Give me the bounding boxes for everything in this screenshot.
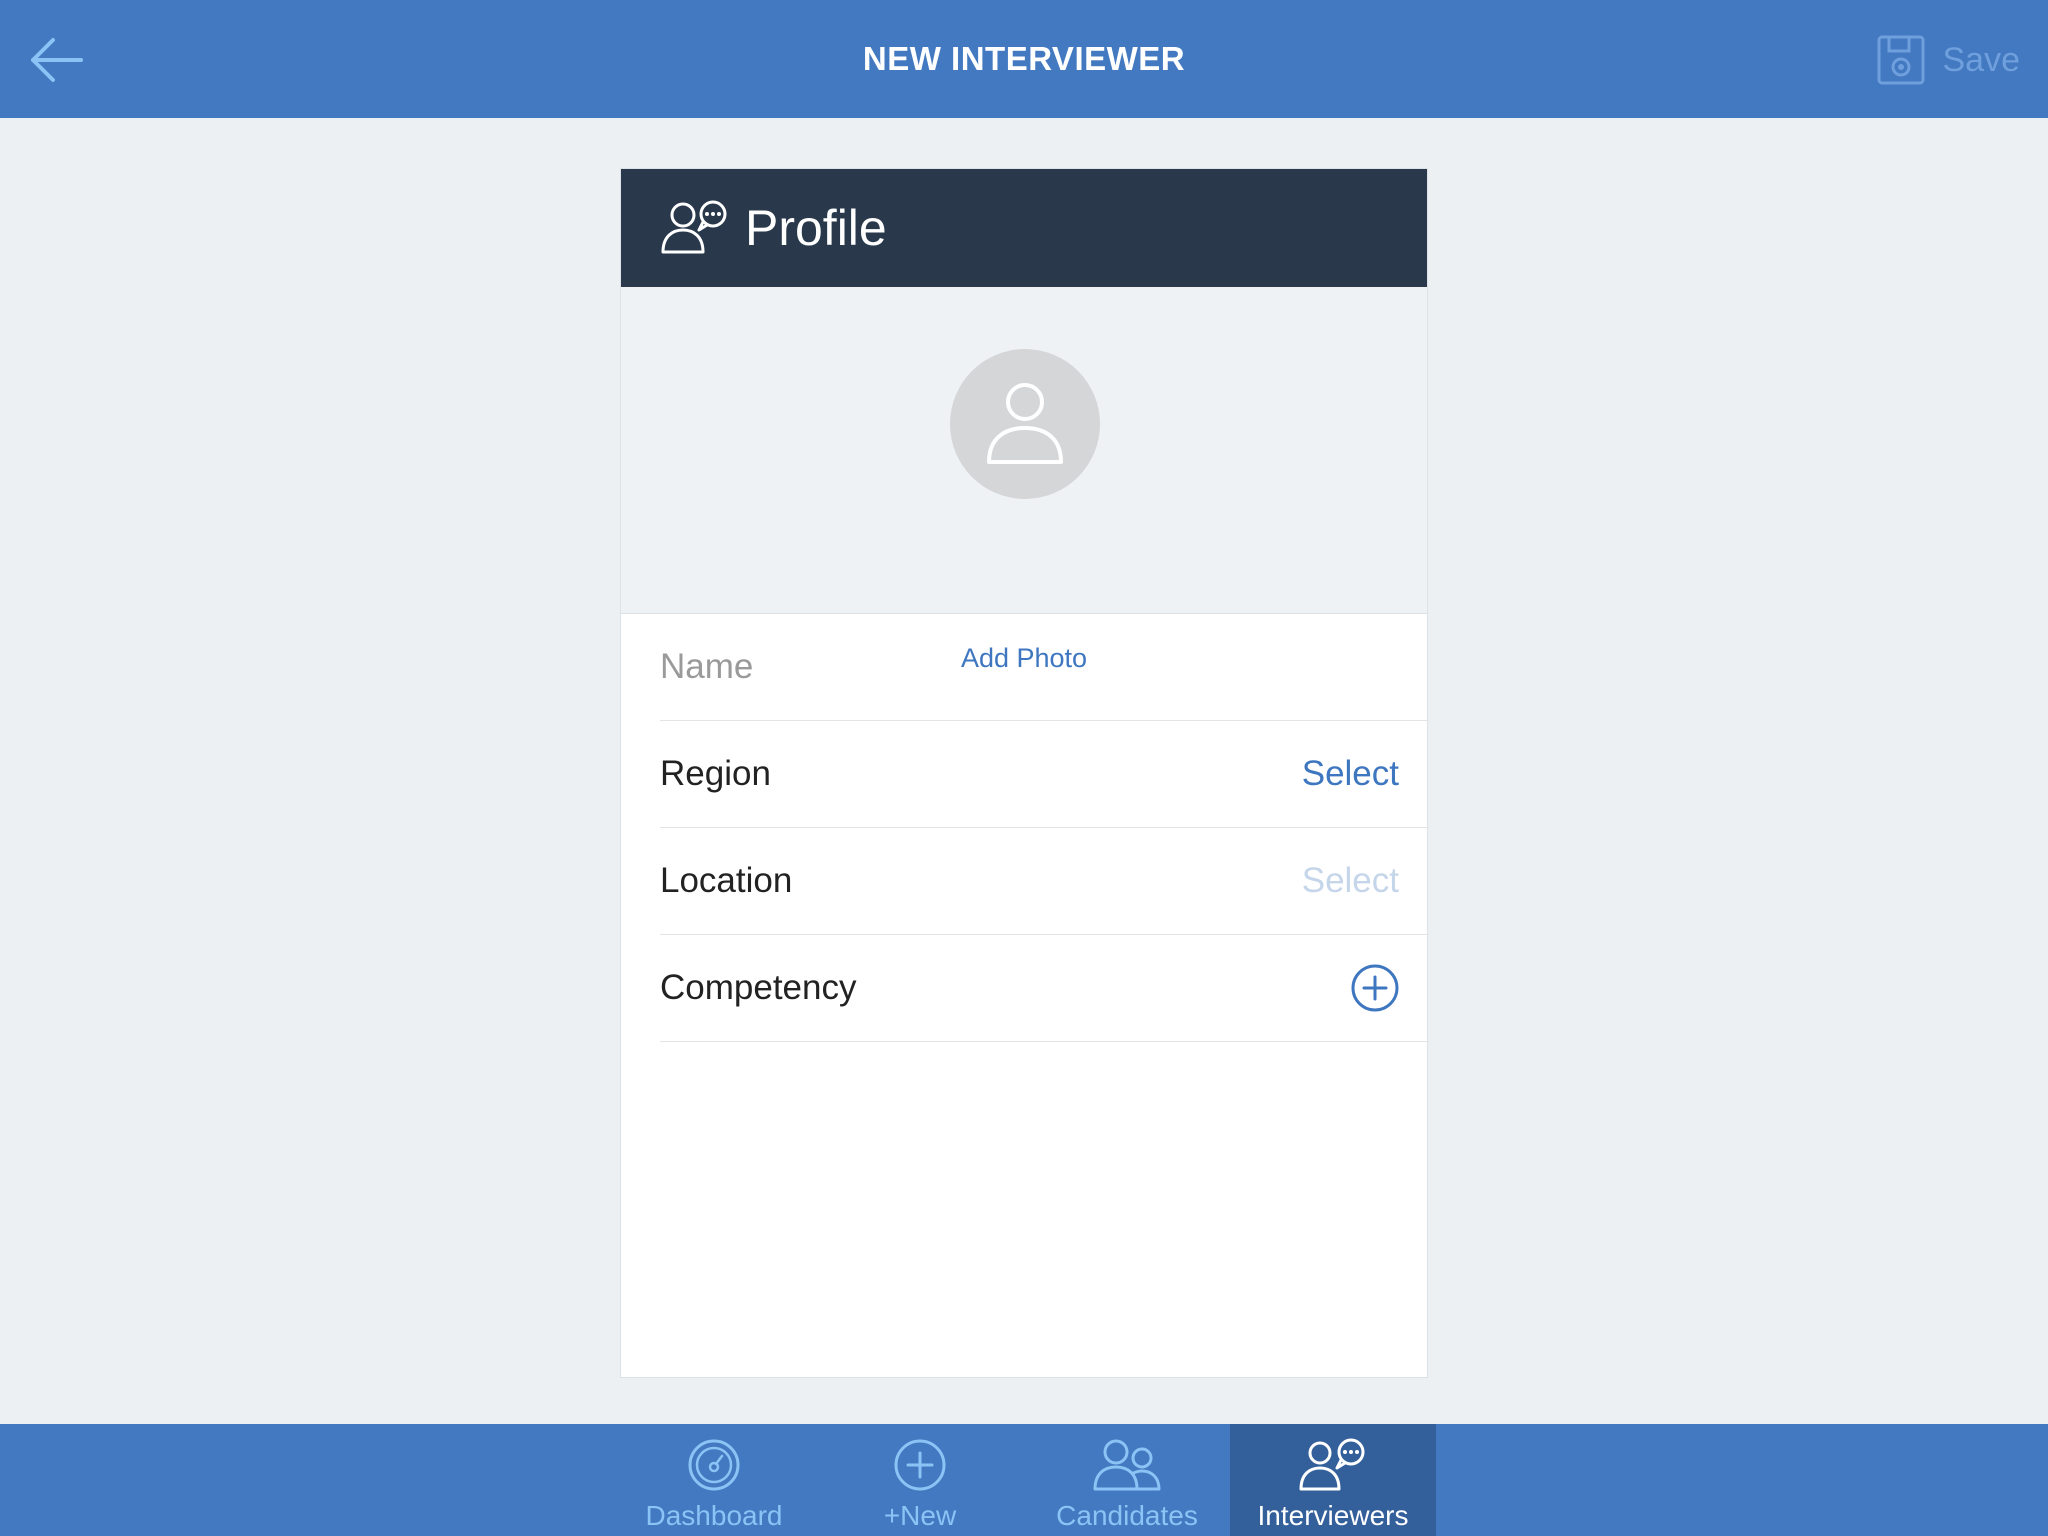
interviewers-chat-icon: [1298, 1436, 1368, 1494]
plus-circle-icon: [893, 1436, 947, 1494]
name-row: [660, 614, 1427, 721]
photo-section: Add Photo: [621, 287, 1427, 673]
top-navigation-bar: NEW INTERVIEWER Save: [0, 0, 2048, 118]
competency-row: Competency: [660, 935, 1427, 1042]
page-title: NEW INTERVIEWER: [862, 40, 1186, 77]
save-label: Save: [1942, 40, 2021, 79]
location-select: Select: [1301, 861, 1399, 900]
save-button[interactable]: Save: [1877, 32, 2021, 88]
dashboard-gauge-icon: [687, 1436, 741, 1494]
profile-card-header: Profile: [621, 169, 1427, 287]
region-select[interactable]: Select: [1302, 754, 1399, 794]
person-icon: [987, 383, 1063, 464]
add-competency-button[interactable]: [1351, 964, 1399, 1012]
candidates-group-icon: [1092, 1436, 1162, 1494]
location-label: Location: [660, 861, 793, 900]
tab-dashboard[interactable]: Dashboard: [611, 1424, 817, 1536]
tab-candidates[interactable]: Candidates: [1024, 1424, 1230, 1536]
floppy-disk-icon: [1877, 35, 1924, 85]
tab-new[interactable]: +New: [817, 1424, 1023, 1536]
tab-label-new: +New: [883, 1500, 957, 1531]
avatar-placeholder[interactable]: [950, 349, 1100, 499]
tab-label-candidates: Candidates: [1056, 1500, 1198, 1531]
interviewers-chat-icon: [661, 198, 729, 258]
name-input[interactable]: [660, 647, 1399, 687]
tab-interviewers[interactable]: Interviewers: [1230, 1424, 1436, 1536]
profile-card: Profile Add Photo Region Select Location…: [620, 168, 1428, 1378]
tab-label-dashboard: Dashboard: [645, 1500, 783, 1531]
competency-label: Competency: [660, 968, 857, 1007]
location-row: Location Select: [660, 828, 1427, 935]
tab-label-interviewers: Interviewers: [1257, 1500, 1409, 1531]
plus-circle-icon: [1351, 964, 1399, 1012]
region-row[interactable]: Region Select: [660, 721, 1427, 828]
region-label: Region: [660, 754, 771, 793]
profile-title: Profile: [745, 200, 887, 256]
bottom-tab-bar: Dashboard +New Candidates Interviewers: [0, 1424, 2048, 1536]
